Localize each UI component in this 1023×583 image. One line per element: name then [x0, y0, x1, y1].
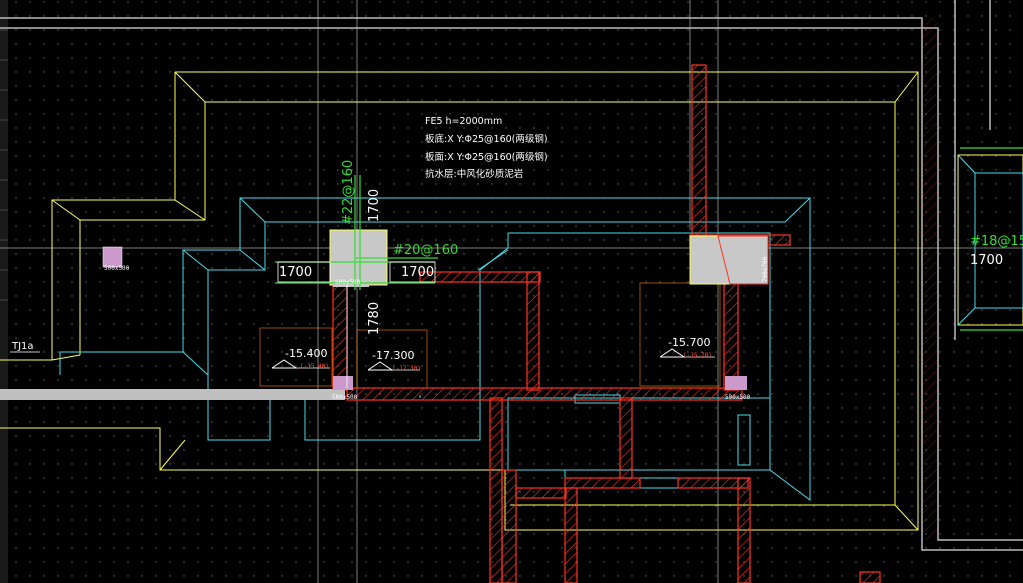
column-tag-1: 500x500: [335, 279, 361, 286]
elevation-2-text: -17.300: [372, 349, 414, 362]
column-tag-2: 500x500: [332, 394, 358, 401]
column-tag-4: 700x700: [762, 256, 769, 282]
note-line-4: 抗水层:中风化砂质泥岩: [425, 168, 523, 180]
outer-boundary-fill: [922, 18, 938, 540]
beam-strip: [0, 389, 345, 400]
rebar-horizontal-label: #20@160: [393, 243, 458, 258]
cad-drawing-canvas[interactable]: FE5 h=2000mm 板底:X Y:Φ25@160(两级钢) 板面:X Y:…: [0, 0, 1023, 583]
dim-1700-vertical: 1700: [367, 189, 382, 222]
note-line-2: 板底:X Y:Φ25@160(两级钢): [425, 133, 548, 145]
elevation-1-sub: (-15.40): [300, 363, 329, 370]
dim-1700-far-right: 1700: [970, 253, 1003, 268]
pile-small-left[interactable]: [102, 246, 123, 268]
dim-1700-right: 1700: [401, 265, 434, 280]
column-tag-3: 500x500: [725, 394, 751, 401]
column-tag-5: 500x500: [104, 265, 130, 272]
rebar-right-label: #18@150: [970, 234, 1023, 249]
elevation-1-text: -15.400: [285, 347, 327, 360]
note-line-3: 板面:X Y:Φ25@160(两级钢): [425, 151, 548, 163]
elevation-3-text: -15.700: [668, 336, 710, 349]
pile-small-2[interactable]: [725, 376, 747, 390]
pile-small-1[interactable]: [333, 376, 353, 390]
elevation-2-sub: (-17.30): [392, 365, 421, 372]
elevation-3-sub: (-15.70): [683, 352, 712, 359]
note-line-1: FE5 h=2000mm: [425, 116, 502, 127]
dim-1780-vertical: 1780: [367, 302, 382, 335]
dim-1700-left: 1700: [279, 265, 312, 280]
rebar-vertical-label: #22@160: [341, 160, 356, 225]
left-tag: TJ1a: [11, 341, 34, 352]
left-ruler-strip: [0, 0, 8, 583]
